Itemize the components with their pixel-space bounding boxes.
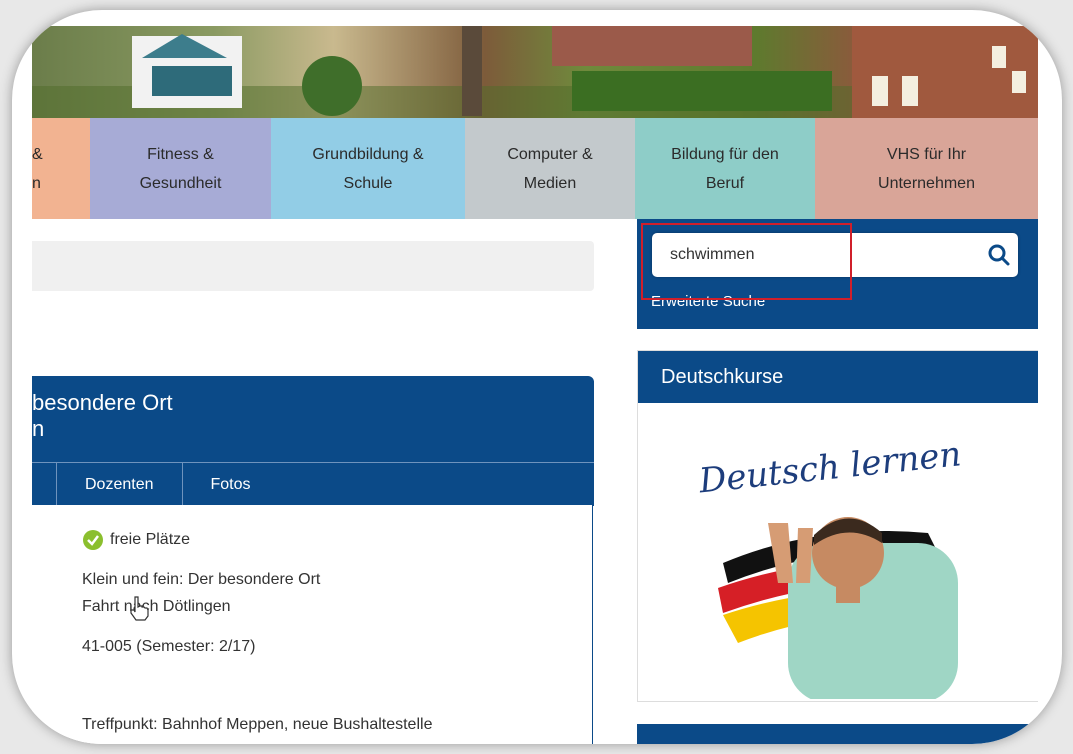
nav-tab-label: VHS für Ihr	[886, 145, 967, 163]
nav-tab-label: Gesundheit	[139, 174, 222, 192]
meeting-point: Treffpunkt: Bahnhof Meppen, neue Bushalt…	[82, 716, 433, 733]
course-description: Klein und fein: Der besondere Ort	[82, 571, 321, 588]
main-content: besondere Ort n Dozenten Fotos freie Plä…	[32, 219, 632, 744]
tab-dozenten[interactable]: Dozenten	[56, 463, 182, 506]
nav-tab-computer-medien[interactable]: Computer & Medien	[465, 118, 635, 219]
sidebar-next-panel	[637, 724, 1038, 744]
course-description: Fahrt nach Dötlingen	[82, 598, 231, 615]
nav-tab-label: Computer &	[507, 145, 593, 163]
deutsch-lernen-promo-image[interactable]: Deutsch lernen	[638, 403, 1038, 699]
course-header: besondere Ort n	[32, 376, 594, 462]
nav-tab-label: Schule	[343, 174, 393, 192]
search-panel: Erweiterte Suche	[637, 219, 1038, 329]
nav-tab-partial[interactable]: & n	[32, 118, 90, 219]
course-title: besondere Ort n	[32, 390, 532, 442]
nav-tab-grundbildung-schule[interactable]: Grundbildung & Schule	[271, 118, 465, 219]
course-tab-partial[interactable]	[32, 463, 56, 506]
course-title-line: n	[32, 416, 45, 441]
screenshot-frame: & n Fitness & Gesundheit Grundbildung & Sch…	[12, 10, 1062, 744]
deutschkurse-title[interactable]: Deutschkurse	[638, 351, 1038, 403]
course-title-line: besondere Ort	[32, 390, 173, 415]
nav-tab-label: Grundbildung &	[312, 145, 424, 163]
nav-tab-label: &	[32, 145, 43, 163]
hand-cursor-icon	[130, 596, 149, 621]
nav-tab-label: n	[32, 174, 41, 192]
availability-status: freie Plätze	[82, 529, 190, 551]
status-text: freie Plätze	[110, 531, 191, 548]
check-icon	[83, 530, 103, 550]
nav-tab-fitness-gesundheit[interactable]: Fitness & Gesundheit	[90, 118, 271, 219]
nav-tab-bildung-beruf[interactable]: Bildung für den Beruf	[635, 118, 815, 219]
annotation-highlight-box	[641, 223, 852, 300]
nav-tab-label: Medien	[523, 174, 577, 192]
nav-tab-label: Unternehmen	[878, 174, 975, 192]
page: & n Fitness & Gesundheit Grundbildung & Sch…	[32, 26, 1038, 744]
nav-tab-label: Beruf	[705, 174, 745, 192]
main-navigation: & n Fitness & Gesundheit Grundbildung & Sch…	[32, 118, 1038, 219]
tab-fotos[interactable]: Fotos	[181, 463, 279, 506]
promo-text: Deutsch lernen	[696, 434, 963, 501]
deutschkurse-panel: Deutschkurse Deutsch lernen	[637, 350, 1038, 702]
course-tabs: Dozenten Fotos	[32, 462, 594, 506]
banner-illustration	[32, 26, 1038, 118]
search-icon[interactable]	[987, 243, 1011, 267]
nav-tab-vhs-unternehmen[interactable]: VHS für Ihr Unternehmen	[815, 118, 1038, 219]
course-details: freie Plätze Klein und fein: Der besonde…	[32, 505, 593, 744]
nav-tab-label: Fitness &	[147, 145, 214, 163]
nav-tab-label: Bildung für den	[671, 145, 779, 163]
sidebar: Erweiterte Suche Deutschkurse Deutsch le…	[637, 219, 1038, 744]
breadcrumb-bar	[32, 241, 594, 291]
header-banner-image	[32, 26, 1038, 118]
course-number: 41-005 (Semester: 2/17)	[82, 638, 256, 655]
